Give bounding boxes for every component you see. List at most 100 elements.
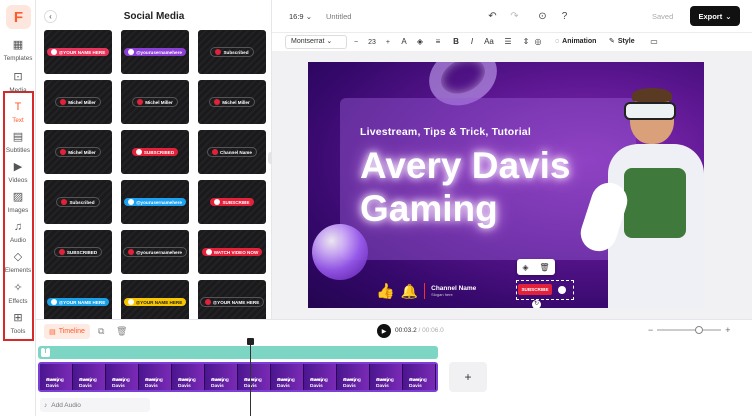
spacing-icon[interactable]: ⇕ [521, 35, 531, 49]
social-sticker-tile[interactable]: @YOUR NAME HERE [198, 280, 266, 324]
add-clip-button[interactable]: + [449, 362, 487, 392]
social-sticker-tile[interactable]: @YOUR NAME HERE [44, 280, 112, 324]
timeline-panel: ▤ Timeline ⧉ 🗑 ▶ 00:03.2 / 00:06.0 − + T … [36, 319, 752, 416]
animation-button[interactable]: ◌ Animation [555, 35, 596, 49]
font-size-stepper[interactable]: − 23 + [352, 35, 392, 49]
social-sticker-tile[interactable]: SUBSCRIBED [44, 230, 112, 274]
project-title[interactable]: Untitled [326, 12, 351, 21]
zoom-in-icon[interactable]: + [725, 325, 730, 335]
app-logo[interactable]: F [6, 5, 31, 29]
increase-icon[interactable]: + [386, 39, 390, 46]
social-sticker-tile[interactable]: SUBSCRIBED [121, 130, 189, 174]
rail-item-templates[interactable]: ▦ Templates [0, 38, 36, 68]
text-track[interactable]: T [38, 346, 438, 359]
italic-icon[interactable]: I [467, 35, 477, 49]
help-icon[interactable]: ? [558, 10, 571, 23]
social-sticker-tile[interactable]: @yourusernamehere [121, 30, 189, 74]
rail-item-text[interactable]: T Text [0, 100, 36, 130]
channel-sticker[interactable]: 👍 🔔 Channel Name Slogan here [376, 282, 476, 301]
add-audio-button[interactable]: ♪ Add Audio [40, 398, 150, 412]
audio-icon: ♫ [13, 221, 23, 233]
zoom-slider-knob[interactable] [695, 326, 704, 334]
social-sticker-tile[interactable]: Michel Miller [44, 80, 112, 124]
video-canvas[interactable]: Livestream, Tips & Trick, Tutorial Avery… [308, 62, 704, 308]
rail-item-label: Effects [8, 298, 28, 305]
social-sticker-tile[interactable]: SUBSCRIBE [198, 180, 266, 224]
canvas-subtitle[interactable]: Livestream, Tips & Trick, Tutorial [360, 126, 531, 138]
text-color-icon[interactable]: A [399, 35, 409, 49]
rail-item-media[interactable]: ⊡ Media [0, 70, 36, 100]
video-frame-thumb: Avery DavisGaming [403, 364, 436, 390]
decrease-icon[interactable]: − [354, 39, 358, 46]
timeline-tab[interactable]: ▤ Timeline [44, 324, 90, 339]
social-sticker-tile[interactable]: Subscribed [198, 30, 266, 74]
aspect-ratio-select[interactable]: 16:9 ⌄ [289, 12, 312, 21]
layers-icon[interactable]: ◎ [533, 35, 543, 49]
delete-icon[interactable]: 🗑 [116, 326, 127, 337]
list-icon[interactable]: ☰ [503, 35, 513, 49]
video-track[interactable]: Avery Davis Gaming Avery Davis Gaming Avery … [38, 362, 438, 392]
zoom-slider[interactable] [657, 326, 722, 334]
social-sticker-tile[interactable]: Michel Miller [121, 80, 189, 124]
social-sticker-tile[interactable]: @YOUR NAME HERE [44, 30, 112, 74]
rail-item-audio[interactable]: ♫ Audio [0, 220, 36, 250]
gamer-photo[interactable] [576, 86, 704, 308]
sticker-label: @YOUR NAME HERE [46, 298, 110, 306]
rotate-handle-icon[interactable]: ↻ [532, 300, 541, 308]
bell-icon [61, 199, 68, 205]
bell-icon [215, 49, 222, 55]
play-button[interactable]: ▶ [377, 324, 391, 338]
sticker-label: @YOUR NAME HERE [123, 298, 187, 306]
tiktok-icon [137, 99, 144, 105]
duplicate-icon[interactable]: ⧉ [98, 326, 104, 337]
social-sticker-tile[interactable]: Michel Miller [198, 80, 266, 124]
playhead[interactable] [247, 338, 254, 416]
canvas-title-line1[interactable]: Avery Davis [360, 146, 571, 186]
text-icon: T [14, 101, 22, 113]
sticker-label: Subscribed [210, 47, 254, 57]
rail-item-effects[interactable]: ✧ Effects [0, 281, 36, 311]
delete-icon[interactable]: 🗑 [539, 263, 549, 272]
sticker-label: Subscribed [56, 197, 100, 207]
bold-icon[interactable]: B [451, 35, 461, 49]
redo-icon[interactable]: ↷ [508, 10, 521, 23]
export-button[interactable]: Export ⌄ [690, 6, 740, 26]
canvas-title-line2[interactable]: Gaming [360, 189, 498, 229]
highlight-icon[interactable]: ◈ [415, 35, 425, 49]
social-sticker-tile[interactable]: @yourusernamehere [121, 230, 189, 274]
rail-item-subtitles[interactable]: ▤ Subtitles [0, 130, 36, 160]
social-sticker-tile[interactable]: Subscribed [44, 180, 112, 224]
rail-item-label: Elements [4, 267, 32, 274]
font-family-select[interactable]: Montserrat ⌄ [285, 35, 347, 49]
rail-item-label: Images [7, 207, 29, 214]
align-icon[interactable]: ≡ [433, 35, 443, 49]
effects-icon: ✧ [13, 282, 23, 294]
social-sticker-tile[interactable]: Channel Name [198, 130, 266, 174]
instagram-icon [60, 99, 67, 105]
glass-sphere-shape [312, 224, 368, 280]
social-sticker-tile[interactable]: @YOUR NAME HERE [121, 280, 189, 324]
undo-icon[interactable]: ↶ [486, 10, 499, 23]
top-bar: 16:9 ⌄ Untitled ↶ ↷ ⊙ ? Saved Export ⌄ [272, 0, 752, 33]
rail-item-tools[interactable]: ⊞ Tools [0, 311, 36, 341]
social-sticker-tile[interactable]: WATCH VIDEO NOW [198, 230, 266, 274]
social-media-panel: ‹ Social Media @YOUR NAME HERE @yourusern… [36, 0, 272, 324]
rail-item-elements[interactable]: ◇ Elements [0, 250, 36, 280]
tiktok-icon [128, 249, 135, 255]
rail-item-label: Videos [8, 177, 28, 184]
screenshot-icon[interactable]: ⊙ [536, 10, 549, 23]
subscribe-sticker[interactable]: SUBSCRIBE [518, 284, 552, 295]
case-icon[interactable]: Aa [483, 35, 495, 49]
social-sticker-tile[interactable]: @yourusernamehere [121, 180, 189, 224]
media-icon: ⊡ [13, 71, 23, 83]
layers-icon[interactable]: ◈ [522, 263, 528, 272]
templates-icon: ▦ [12, 39, 24, 51]
social-sticker-tile[interactable]: Michel Miller [44, 130, 112, 174]
style-button[interactable]: ✎ Style [609, 35, 635, 49]
zoom-out-icon[interactable]: − [648, 325, 653, 335]
snapchat-icon [127, 299, 134, 305]
rail-item-videos[interactable]: ▶ Videos [0, 160, 36, 190]
rail-item-images[interactable]: ▨ Images [0, 190, 36, 220]
text-track-icon: T [41, 348, 50, 357]
comment-icon[interactable]: ▭ [649, 35, 659, 49]
